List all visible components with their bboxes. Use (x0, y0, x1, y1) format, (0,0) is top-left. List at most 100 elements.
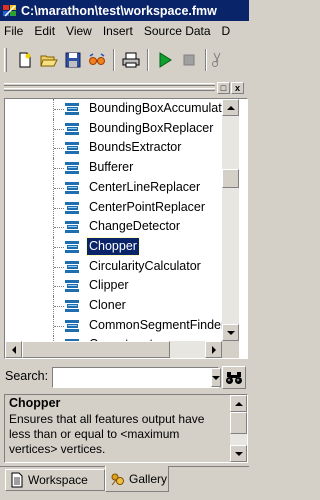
view-button[interactable] (85, 49, 108, 71)
tree-item-label: BoundingBoxReplacer (89, 121, 214, 135)
description-title: Chopper (9, 396, 61, 410)
tree-item[interactable]: Bufferer (5, 158, 222, 178)
search-dropdown-button[interactable] (211, 368, 221, 387)
tree-vertical-scrollbar[interactable] (222, 99, 239, 341)
transformer-tree[interactable]: BoundingBoxAccumulato BoundingBoxReplacer… (4, 98, 248, 359)
description-panel: Chopper Ensures that all features output… (4, 394, 248, 463)
tree-item[interactable]: CommonSegmentFinder (5, 316, 222, 336)
tree-connector-line (54, 247, 64, 248)
save-disk-icon (65, 52, 80, 68)
tree-item[interactable]: CenterPointReplacer (5, 198, 222, 218)
glasses-icon (88, 53, 105, 65)
fme-app-icon (3, 4, 16, 17)
search-combobox[interactable] (52, 367, 221, 388)
panel-grip[interactable] (4, 88, 215, 91)
tree-item[interactable]: Chopper (5, 237, 222, 257)
transformer-icon (65, 320, 79, 332)
menu-file[interactable]: File (0, 22, 29, 40)
down-arrow-icon (234, 451, 243, 456)
up-arrow-icon (226, 105, 235, 110)
toolbar (0, 43, 249, 77)
toolbar-separator (205, 49, 207, 71)
vertical-scroll-thumb[interactable] (222, 169, 239, 188)
close-icon: x (234, 83, 240, 93)
tree-item-label: CommonSegmentFinder (89, 318, 222, 332)
tree-item-label: CenterPointReplacer (89, 200, 206, 214)
tree-item[interactable]: BoundingBoxReplacer (5, 119, 222, 139)
new-file-icon (19, 52, 30, 68)
panel-close-button[interactable]: x (231, 82, 244, 94)
tree-item[interactable]: Cloner (5, 296, 222, 316)
transformer-icon (65, 142, 79, 154)
print-icon (122, 52, 139, 68)
tab-gallery[interactable]: Gallery (105, 466, 169, 492)
tree-items: BoundingBoxAccumulato BoundingBoxReplacer… (5, 99, 222, 358)
panel-tabs: Workspace Gallery (0, 466, 249, 500)
tree-connector-line (54, 326, 64, 327)
scroll-left-button[interactable] (5, 341, 22, 358)
tree-item[interactable]: BoundingBoxAccumulato (5, 99, 222, 119)
tree-item[interactable]: Clipper (5, 276, 222, 296)
tab-workspace[interactable]: Workspace (5, 469, 105, 491)
tree-item-label: Chopper (86, 237, 140, 256)
description-text: Ensures that all features output have le… (9, 412, 205, 456)
menu-edit[interactable]: Edit (29, 22, 61, 40)
stop-button[interactable] (177, 49, 200, 71)
toolbar-separator (147, 49, 149, 71)
menu-view[interactable]: View (61, 22, 98, 40)
search-input[interactable] (53, 368, 211, 387)
save-button[interactable] (61, 49, 84, 71)
scroll-down-button[interactable] (222, 324, 239, 341)
new-button[interactable] (13, 49, 36, 71)
scrollbar-corner (222, 341, 239, 358)
open-button[interactable] (37, 49, 60, 71)
tree-item-label: CenterLineReplacer (89, 180, 201, 194)
menu-source-data[interactable]: Source Data (139, 22, 217, 40)
transformer-icon (65, 202, 79, 214)
tree-item[interactable]: CenterLineReplacer (5, 178, 222, 198)
open-folder-icon (39, 55, 58, 67)
tree-item[interactable]: BoundsExtractor (5, 138, 222, 158)
tree-connector-line (54, 267, 64, 268)
tree-item-label: BoundsExtractor (89, 140, 182, 154)
run-play-icon (159, 52, 172, 68)
tree-item-label: CircularityCalculator (89, 259, 201, 273)
cut-button[interactable] (211, 49, 223, 71)
tree-item[interactable]: ChangeDetector (5, 217, 222, 237)
tree-connector-line (54, 208, 64, 209)
desc-scroll-up-button[interactable] (230, 395, 247, 412)
binoculars-icon (226, 371, 242, 384)
scroll-up-button[interactable] (222, 99, 239, 116)
panel-grip[interactable] (4, 83, 215, 86)
desc-scroll-thumb[interactable] (230, 412, 247, 434)
menu-overflow[interactable]: D (217, 22, 237, 40)
search-label: Search: (5, 369, 49, 383)
tree-connector-line (54, 148, 64, 149)
desc-scroll-down-button[interactable] (230, 445, 247, 462)
transformer-icon (65, 280, 79, 292)
title-bar[interactable]: C:\marathon\test\workspace.fmw (0, 0, 249, 21)
tree-connector-line (54, 188, 64, 189)
run-button[interactable] (153, 49, 176, 71)
up-arrow-icon (234, 401, 243, 406)
horizontal-scroll-thumb[interactable] (22, 341, 170, 358)
transformer-icon (65, 221, 79, 233)
transformer-icon (65, 182, 79, 194)
tree-item[interactable]: CircularityCalculator (5, 257, 222, 277)
find-button[interactable] (222, 366, 246, 389)
workspace-document-icon (11, 472, 23, 488)
tree-connector-line (54, 168, 64, 169)
panel-restore-button[interactable]: □ (217, 82, 230, 94)
print-button[interactable] (119, 49, 142, 71)
tree-item-label: Cloner (89, 298, 126, 312)
menu-bar: File Edit View Insert Source Data D (0, 21, 249, 41)
down-arrow-icon (226, 330, 235, 335)
menu-insert[interactable]: Insert (98, 22, 139, 40)
toolbar-grip[interactable] (4, 48, 7, 72)
toolbar-separator (113, 49, 115, 71)
tree-item-label: Clipper (89, 278, 129, 292)
scroll-right-button[interactable] (205, 341, 222, 358)
restore-icon: □ (220, 83, 227, 93)
right-arrow-icon (211, 345, 216, 354)
transformer-icon (65, 300, 79, 312)
